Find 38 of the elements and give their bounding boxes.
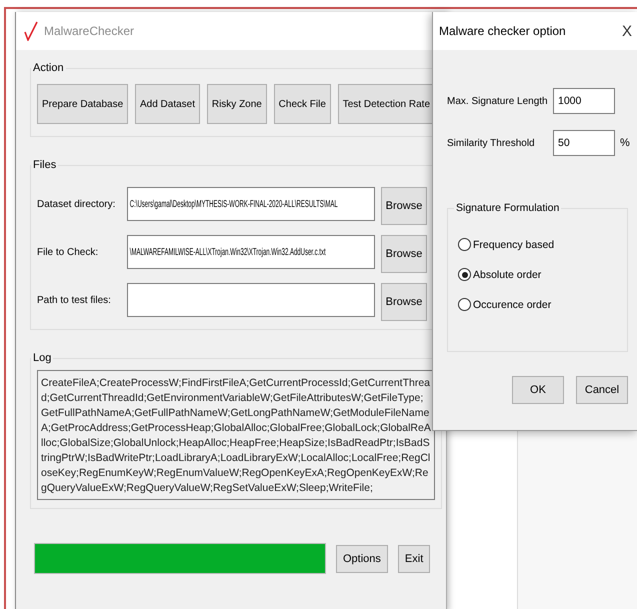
radio-label: Absolute order [473,268,542,280]
log-text: CreateFileA;CreateProcessW;FindFirstFileA;GetCurrentProcessId;GetCurrentThread;GetCurrentThreadId;GetEnvironmentVariableW;GetFileAttributesW;GetFileType;GetFullPathNameA;GetFullPathNameW;GetLongPathNameW;GetModuleFileNameA;GetProcAddress;GetProcessHeap;GlobalAlloc;GlobalFree;GlobalLock;GlobalReAlloc;GlobalSize;GlobalUnlock;HeapAlloc;HeapFree;HeapSize;IsBadReadPtr;IsBadStringPtrW;IsBadWritePtr;LoadLibraryA;LoadLibraryExW;LocalAlloc;LocalFree;RegCloseKey;RegEnumKeyW;RegEnumValueW;RegOpenKeyExA;RegOpenKeyExW;RegQueryValueExW;RegQueryValueW;RegSetValueExW;Sleep;WriteFile; [37,370,435,500]
group-title: Signature Formulation [455,202,560,214]
window-button[interactable]: Exit [398,544,430,572]
dialog-button[interactable]: OK [512,376,564,404]
radio-button[interactable] [458,238,471,251]
window-title: MalwareChecker [44,24,134,38]
action-button[interactable]: Check File [274,84,331,124]
field-label: Dataset directory: [37,198,116,210]
path-field[interactable]: \MALWAREFAMILWISE-ALL\XTrojan.Win32\XTrojan.Win32.AddUser.c.txt [127,235,375,269]
action-button[interactable]: Prepare Database [37,84,128,124]
dialog-title: Malware checker option [439,24,566,38]
group-title: Files [32,159,58,171]
browse-button[interactable]: Browse [381,187,427,225]
dialog-button[interactable]: Cancel [576,376,628,404]
group-title: Log [32,352,52,364]
check-icon [24,21,38,41]
input-field[interactable]: 50 [553,130,615,156]
group-title: Action [32,62,65,74]
field-label: Max. Signature Length [447,96,549,106]
action-button[interactable]: Add Dataset [134,84,200,124]
path-field[interactable] [127,283,375,317]
field-label: Path to test files: [37,294,112,306]
browse-button[interactable]: Browse [381,235,427,273]
input-field[interactable]: 1000 [553,88,615,114]
action-button[interactable]: Risky Zone [206,84,267,124]
path-field[interactable]: C:\Users\gamal\Desktop\MYTHESIS-WORK-FINAL-2020-ALL\RESULTS\MAL [127,187,375,221]
field-label: File to Check: [37,246,100,258]
radio-button[interactable] [458,268,471,281]
radio-button[interactable] [458,298,471,311]
browse-button[interactable]: Browse [381,283,427,321]
window-button[interactable]: Options [336,544,388,572]
unit-label: % [620,137,630,149]
radio-label: Occurence order [473,298,552,310]
close-button[interactable]: X [620,22,634,40]
field-label: Similarity Threshold [447,138,536,148]
radio-label: Frequency based [473,238,554,250]
action-button[interactable]: Test Detection Rate [338,84,435,124]
